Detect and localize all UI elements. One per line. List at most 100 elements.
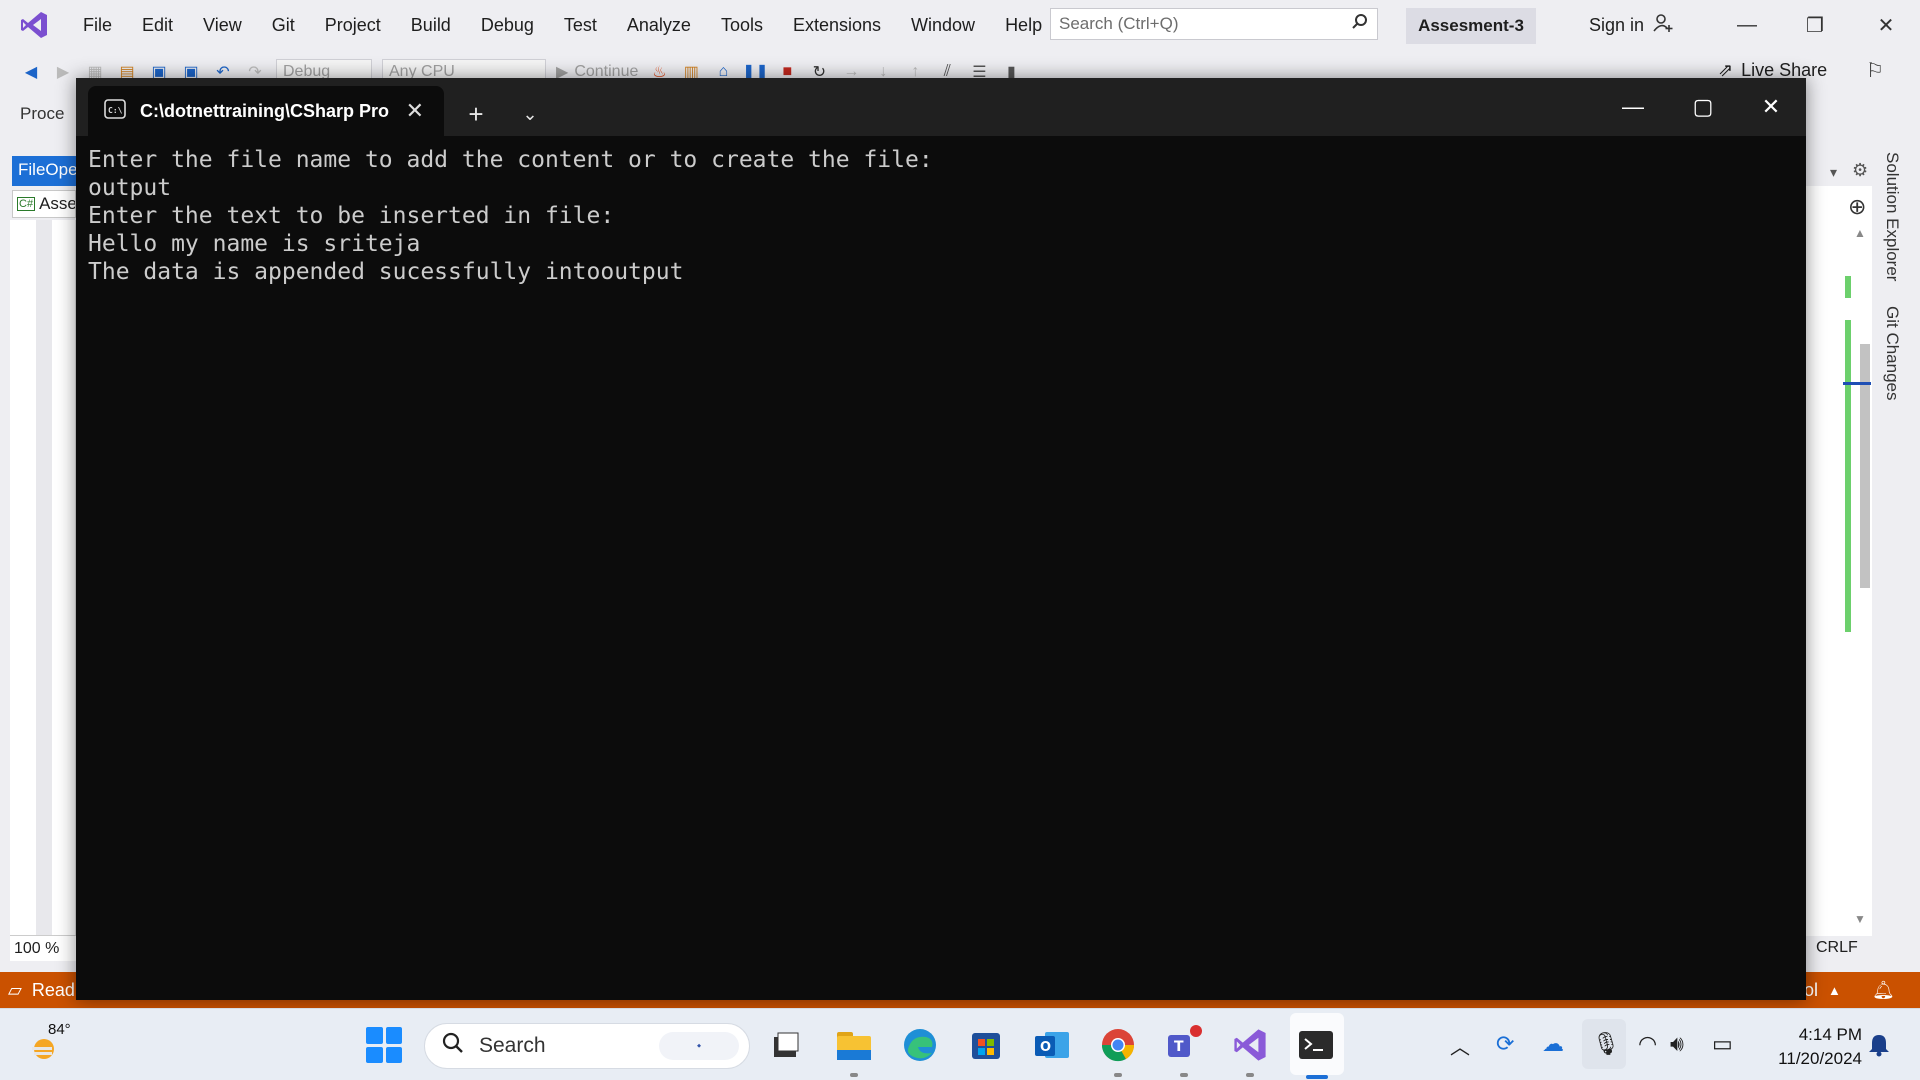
change-marker: [1845, 320, 1851, 632]
code-editor[interactable]: [10, 220, 76, 935]
add-user-icon: [1652, 12, 1674, 39]
menu-extensions[interactable]: Extensions: [778, 15, 896, 36]
notifications-icon[interactable]: 🔔︎: [1872, 980, 1895, 1001]
terminal-tab[interactable]: C:\ C:\dotnettraining\CSharp Pro ✕: [88, 86, 444, 136]
menu-view[interactable]: View: [188, 15, 257, 36]
editor-scrollbar-thumb[interactable]: [1860, 344, 1870, 588]
status-right-text[interactable]: ol: [1804, 980, 1818, 1001]
terminal-line: The data is appended sucessfully intoout…: [88, 259, 684, 285]
running-indicator: [1180, 1073, 1188, 1077]
search-highlight-logo-icon: ◆: [659, 1032, 739, 1060]
menu-edit[interactable]: Edit: [127, 15, 188, 36]
wifi-icon[interactable]: ◠: [1638, 1031, 1657, 1057]
console-icon: C:\: [104, 98, 126, 124]
menu-help[interactable]: Help: [990, 15, 1057, 36]
notification-bell-icon[interactable]: [1868, 1033, 1892, 1057]
active-app-indicator: [1306, 1075, 1328, 1079]
clock-time: 4:14 PM: [1798, 1025, 1862, 1044]
task-view-icon[interactable]: [766, 1025, 806, 1065]
process-label: Proce: [20, 104, 65, 123]
terminal-close-button[interactable]: ✕: [1736, 78, 1806, 136]
store-icon[interactable]: [966, 1025, 1006, 1065]
terminal-minimize-button[interactable]: —: [1598, 78, 1668, 136]
vs-search-placeholder: Search (Ctrl+Q): [1059, 14, 1179, 33]
close-tab-icon[interactable]: ✕: [406, 98, 424, 124]
vs-close-button[interactable]: ✕: [1852, 0, 1920, 50]
caret-position-marker: [1843, 382, 1871, 385]
vs-minimize-button[interactable]: —: [1713, 0, 1781, 50]
navigate-forward-icon[interactable]: ▶: [52, 61, 74, 83]
volume-icon[interactable]: 🔊︎: [1670, 1031, 1684, 1057]
weather-temperature: 84°: [48, 1021, 71, 1038]
edge-icon[interactable]: [900, 1025, 940, 1065]
running-indicator: [1114, 1073, 1122, 1077]
chevron-up-icon[interactable]: ▲: [1828, 983, 1841, 998]
windows-start-icon[interactable]: [366, 1027, 402, 1063]
file-explorer-icon[interactable]: [834, 1025, 874, 1077]
gear-icon[interactable]: ⚙: [1852, 160, 1868, 181]
battery-icon[interactable]: ▭: [1712, 1031, 1733, 1057]
project-nav-label: Asse: [39, 194, 76, 213]
zoom-level[interactable]: 100 %: [10, 935, 76, 961]
taskbar-search-label: Search: [479, 1034, 546, 1057]
menu-analyze[interactable]: Analyze: [612, 15, 706, 36]
terminal-line: Hello my name is sriteja: [88, 231, 421, 257]
visual-studio-logo-icon[interactable]: [14, 5, 54, 45]
chrome-icon[interactable]: [1098, 1025, 1138, 1077]
terminal-line: Enter the text to be inserted in file:: [88, 203, 615, 229]
system-clock[interactable]: 4:14 PM 11/20/2024: [1758, 1023, 1862, 1071]
vs-restore-button[interactable]: ❐: [1781, 0, 1849, 50]
chevron-down-icon[interactable]: ▾: [1830, 164, 1837, 181]
status-text: Read: [31, 979, 75, 1000]
menu-window[interactable]: Window: [896, 15, 990, 36]
outlook-icon[interactable]: O: [1032, 1025, 1072, 1065]
terminal-icon[interactable]: [1296, 1025, 1336, 1065]
ready-icon: ▱: [8, 979, 22, 1000]
show-hidden-icons-chevron-icon[interactable]: ︿: [1450, 1031, 1470, 1060]
search-icon: [441, 1031, 465, 1061]
chevron-down-icon[interactable]: ⌄: [514, 96, 546, 132]
menu-tools[interactable]: Tools: [706, 15, 778, 36]
git-changes-tab[interactable]: Git Changes: [1882, 306, 1902, 401]
terminal-window: C:\ C:\dotnettraining\CSharp Pro ✕ + ⌄ —…: [76, 78, 1806, 1000]
feedback-icon[interactable]: ⚐: [1866, 58, 1884, 83]
menu-bar: File Edit View Git Project Build Debug T…: [68, 15, 1057, 36]
vs-title-bar: File Edit View Git Project Build Debug T…: [0, 0, 1920, 50]
document-tab[interactable]: FileOpe: [12, 156, 76, 186]
clock-date: 11/20/2024: [1778, 1049, 1862, 1068]
scroll-down-icon[interactable]: ▼: [1854, 912, 1866, 926]
windows-taskbar: 84° Search ◆ O T ︿ ⟳ ☁ 🎙︎ ◠ 🔊︎ ▭ 4:14 PM…: [0, 1008, 1920, 1080]
solution-explorer-tab[interactable]: Solution Explorer: [1882, 152, 1902, 281]
project-navigation-dropdown[interactable]: C# Asse: [12, 190, 76, 218]
terminal-maximize-button[interactable]: ▢: [1668, 78, 1738, 136]
vs-search-box[interactable]: Search (Ctrl+Q): [1050, 8, 1378, 40]
svg-text:O: O: [1040, 1040, 1051, 1055]
sign-in-button[interactable]: Sign in: [1589, 12, 1674, 39]
visual-studio-icon[interactable]: [1230, 1025, 1270, 1077]
side-tool-tabs: Solution Explorer Git Changes: [1876, 150, 1916, 450]
editor-gutter: [36, 220, 52, 935]
menu-test[interactable]: Test: [549, 15, 612, 36]
onedrive-cloud-icon[interactable]: ☁: [1542, 1031, 1564, 1057]
terminal-output[interactable]: Enter the file name to add the content o…: [88, 146, 1794, 990]
change-marker: [1845, 276, 1851, 298]
menu-file[interactable]: File: [68, 15, 127, 36]
sync-icon[interactable]: ⟳: [1496, 1031, 1514, 1057]
navigate-back-icon[interactable]: ◀: [20, 61, 42, 83]
new-tab-button[interactable]: +: [458, 96, 494, 132]
menu-project[interactable]: Project: [310, 15, 396, 36]
menu-git[interactable]: Git: [257, 15, 310, 36]
scroll-up-icon[interactable]: ▲: [1854, 226, 1866, 240]
terminal-title-bar: C:\ C:\dotnettraining\CSharp Pro ✕ + ⌄ —…: [76, 78, 1806, 136]
csharp-file-icon: C#: [17, 197, 36, 211]
running-indicator: [1246, 1073, 1254, 1077]
terminal-line: Enter the file name to add the content o…: [88, 147, 933, 173]
split-editor-icon[interactable]: ⊕: [1848, 194, 1866, 220]
teams-icon[interactable]: T: [1164, 1025, 1204, 1077]
taskbar-search-box[interactable]: Search ◆: [424, 1023, 750, 1069]
microphone-muted-icon[interactable]: 🎙︎: [1592, 1031, 1620, 1057]
terminal-tab-title: C:\dotnettraining\CSharp Pro: [140, 100, 389, 121]
menu-build[interactable]: Build: [396, 15, 466, 36]
menu-debug[interactable]: Debug: [466, 15, 549, 36]
line-ending-indicator[interactable]: CRLF: [1806, 935, 1872, 961]
